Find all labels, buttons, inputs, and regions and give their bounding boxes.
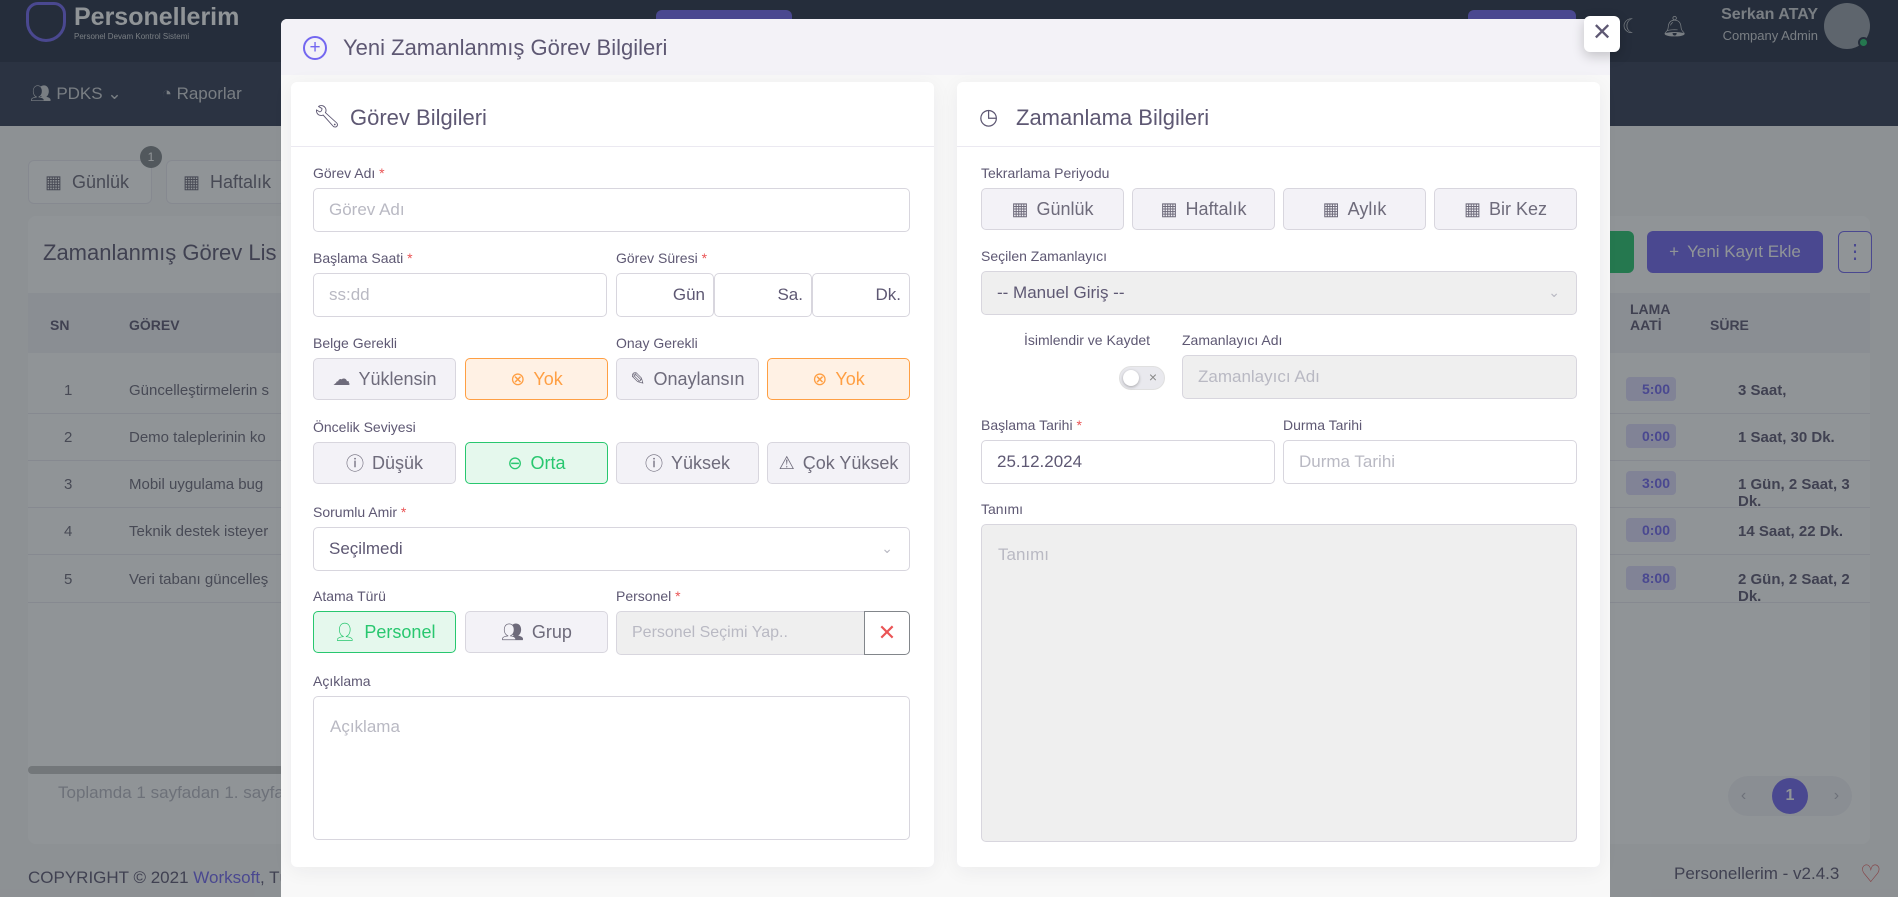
oncelik-label: Öncelik Seviyesi: [313, 419, 416, 435]
clock-icon: ◷: [979, 104, 999, 129]
isimlendir-toggle[interactable]: ×: [1119, 366, 1165, 390]
zamanlayici-adi-input[interactable]: Zamanlayıcı Adı: [1182, 355, 1577, 399]
chevron-down-icon: ⌄: [881, 540, 893, 556]
atama-grup-button[interactable]: 👥︎ Grup: [465, 611, 608, 653]
tanimi-textarea[interactable]: Tanımı: [981, 524, 1577, 842]
x-circle-icon: ⊗: [510, 368, 526, 389]
atama-turu-label: Atama Türü: [313, 588, 386, 604]
x-icon: ×: [1148, 369, 1157, 385]
baslama-tarihi-label: Başlama Tarihi *: [981, 417, 1082, 433]
dakika-input[interactable]: Dk.: [812, 273, 910, 317]
users-icon: 👥︎: [501, 621, 524, 642]
onaylansin-button[interactable]: ✎ Onaylansın: [616, 358, 759, 400]
warning-icon: ⚠: [778, 452, 795, 473]
period-haftalik-button[interactable]: ▦ Haftalık: [1132, 188, 1275, 230]
modal-title: Yeni Zamanlanmış Görev Bilgileri: [343, 35, 668, 60]
sorumlu-amir-label: Sorumlu Amir *: [313, 504, 407, 520]
baslama-tarihi-input[interactable]: 25.12.2024: [981, 440, 1275, 484]
gun-input[interactable]: Gün: [616, 273, 714, 317]
oncelik-cok-yuksek-button[interactable]: ⚠ Çok Yüksek: [767, 442, 910, 484]
zamanlayici-label: Seçilen Zamanlayıcı: [981, 248, 1108, 264]
user-icon: 👤︎: [333, 621, 357, 642]
atama-personel-button[interactable]: 👤︎ Personel: [313, 611, 456, 653]
calendar-icon: ▦: [1011, 198, 1029, 219]
gorev-adi-label: Görev Adı *: [313, 165, 385, 181]
exclamation-icon: ⓘ: [644, 454, 663, 474]
minus-circle-icon: ⊖: [507, 452, 523, 473]
oncelik-yuksek-button[interactable]: ⓘ Yüksek: [616, 442, 759, 484]
gorev-bilgileri-panel: 🔧︎ Görev Bilgileri Görev Adı * Görev Adı…: [291, 82, 934, 867]
aciklama-textarea[interactable]: Açıklama: [313, 696, 910, 840]
calendar-icon: ▦: [1322, 198, 1340, 219]
baslama-saati-input[interactable]: ss:dd: [313, 273, 607, 317]
period-label: Tekrarlama Periyodu: [981, 165, 1110, 181]
gorev-suresi-label: Görev Süresi *: [616, 250, 708, 266]
aciklama-label: Açıklama: [313, 673, 371, 689]
modal-header: + Yeni Zamanlanmış Görev Bilgileri: [281, 19, 1610, 75]
clear-personel-button[interactable]: ✕: [864, 611, 910, 655]
chevron-down-icon: ⌄: [1548, 284, 1560, 300]
panel-title: Zamanlama Bilgileri: [1016, 105, 1210, 130]
baslama-saati-label: Başlama Saati *: [313, 250, 413, 266]
calendar-x-icon: ▦: [1463, 198, 1481, 219]
saat-input[interactable]: Sa.: [714, 273, 812, 317]
zamanlayici-adi-label: Zamanlayıcı Adı: [1182, 332, 1283, 348]
period-bir-kez-button[interactable]: ▦ Bir Kez: [1434, 188, 1577, 230]
durma-tarihi-label: Durma Tarihi: [1283, 417, 1363, 433]
tanimi-label: Tanımı: [981, 501, 1024, 517]
oncelik-dusuk-button[interactable]: ⓘ Düşük: [313, 442, 456, 484]
oncelik-orta-button[interactable]: ⊖ Orta: [465, 442, 608, 484]
zamanlayici-select[interactable]: -- Manuel Giriş -- ⌄: [981, 271, 1577, 315]
close-button[interactable]: ✕: [1584, 16, 1620, 52]
onay-yok-button[interactable]: ⊗ Yok: [767, 358, 910, 400]
wrench-icon: 🔧︎: [313, 104, 341, 129]
durma-tarihi-input[interactable]: Durma Tarihi: [1283, 440, 1577, 484]
x-circle-icon: ⊗: [812, 368, 828, 389]
cloud-upload-icon: ☁: [332, 368, 351, 389]
belge-yok-button[interactable]: ⊗ Yok: [465, 358, 608, 400]
period-aylik-button[interactable]: ▦ Aylık: [1283, 188, 1426, 230]
onay-gerekli-label: Onay Gerekli: [616, 335, 698, 351]
panel-title: Görev Bilgileri: [350, 105, 487, 130]
pen-icon: ✎: [630, 368, 646, 389]
plus-circle-icon: +: [303, 36, 327, 60]
belge-yuklensin-button[interactable]: ☁ Yüklensin: [313, 358, 456, 400]
personel-input[interactable]: Personel Seçimi Yap..: [616, 611, 865, 655]
period-gunluk-button[interactable]: ▦ Günlük: [981, 188, 1124, 230]
gorev-adi-input[interactable]: Görev Adı: [313, 188, 910, 232]
zamanlama-bilgileri-panel: ◷ Zamanlama Bilgileri Tekrarlama Periyod…: [957, 82, 1600, 867]
personel-label: Personel *: [616, 588, 681, 604]
isimlendir-label: İsimlendir ve Kaydet: [1024, 332, 1151, 348]
info-icon: ⓘ: [345, 454, 364, 474]
sorumlu-amir-select[interactable]: Seçilmedi ⌄: [313, 527, 910, 571]
calendar-icon: ▦: [1160, 198, 1178, 219]
belge-gerekli-label: Belge Gerekli: [313, 335, 398, 351]
